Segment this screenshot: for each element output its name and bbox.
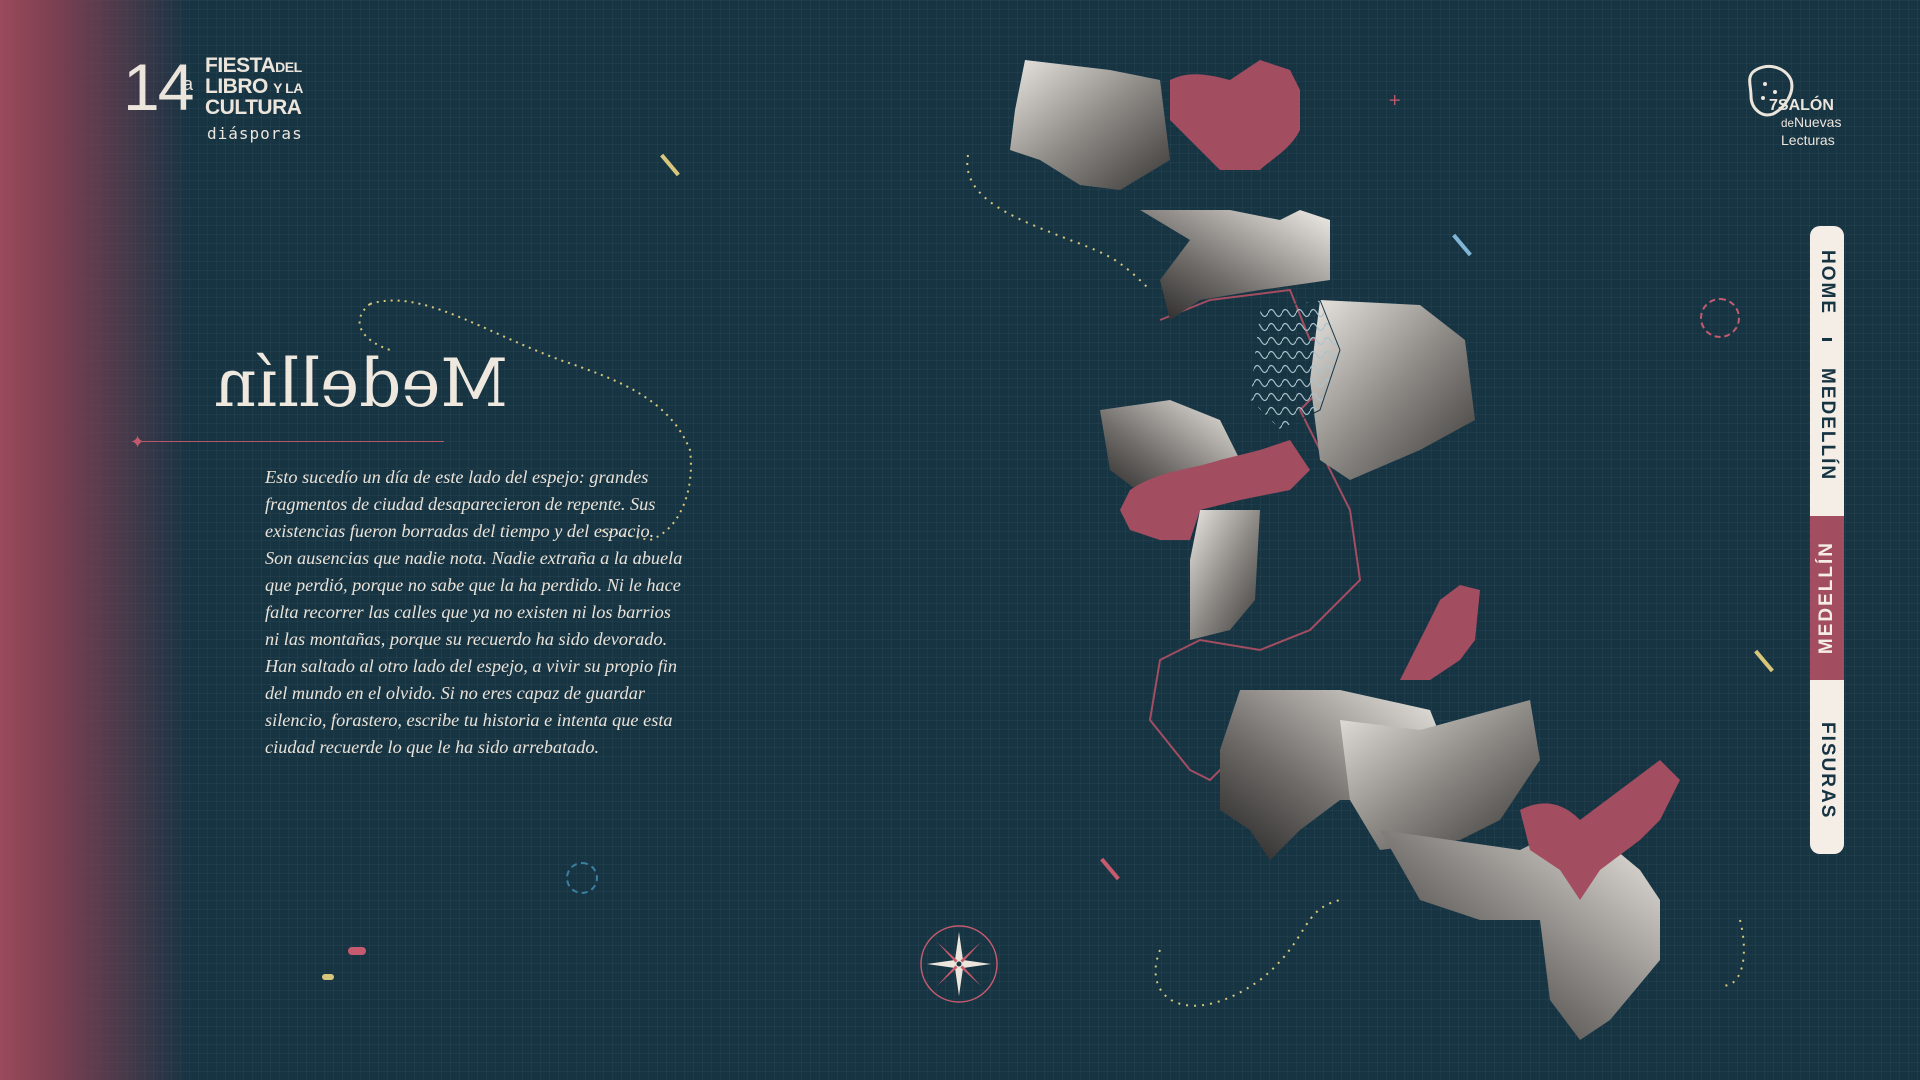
salon-number: 7 — [1769, 97, 1778, 114]
logo-line2-small: Y LA — [273, 80, 303, 96]
photo-fragment-towers — [1190, 510, 1260, 640]
deco-dotted-circle-blue — [566, 862, 598, 894]
nav-label-home: HOME — [1817, 249, 1838, 315]
map-collage — [966, 60, 1745, 1040]
salon-logo[interactable]: 7SALÓN deNuevas Lecturas — [1745, 62, 1845, 152]
logo-ordinal: a — [183, 74, 194, 94]
compass-rose-icon[interactable] — [919, 924, 999, 1004]
logo-wordmark: FIESTADEL LIBRO Y LA CULTURA — [205, 54, 303, 119]
red-fragment-top — [1170, 60, 1300, 170]
logo-line1-small: DEL — [275, 59, 302, 75]
deco-pill-yellow — [322, 974, 334, 980]
salon-line1: SALÓN — [1777, 97, 1834, 114]
nav-item-medellin-mirrored[interactable]: MEDELLÍN — [1810, 516, 1844, 680]
nav-label-medellin: MEDELLÍN — [1817, 368, 1838, 482]
vertical-nav: HOME MEDELLÍN MEDELLÍN FISURAS — [1810, 226, 1844, 854]
logo-line2: LIBRO — [205, 75, 268, 98]
photo-fragment-forest — [1010, 60, 1170, 190]
deco-dotted-circle-red — [1700, 298, 1740, 338]
red-fragment-lower — [1400, 585, 1480, 680]
salon-line3: Lecturas — [1781, 132, 1835, 148]
logo-line3: CULTURA — [205, 96, 302, 119]
photo-fragment-station — [1310, 300, 1475, 480]
left-gradient-band — [0, 0, 190, 1080]
page-title: Medellín — [214, 345, 508, 422]
salon-de: de — [1781, 117, 1794, 130]
title-ornament-icon: ✦ — [130, 432, 146, 453]
nav-item-medellin[interactable]: MEDELLÍN — [1810, 342, 1844, 508]
nav-label-medellin-active: MEDELLÍN — [1816, 541, 1837, 655]
deco-pill-red — [348, 947, 366, 955]
deco-plus-icon: + — [1388, 90, 1402, 109]
salon-line2: Nuevas — [1793, 114, 1842, 130]
logo-line1: FIESTA — [205, 54, 276, 77]
nav-label-fisuras: FISURAS — [1817, 722, 1838, 820]
page-body-text: Esto sucedío un día de este lado del esp… — [265, 467, 683, 757]
logo-subtitle: diásporas — [207, 124, 303, 143]
nav-separator — [1822, 338, 1832, 341]
salon-wordmark: 7SALÓN deNuevas Lecturas — [1769, 97, 1842, 149]
map-dotted-path-bottom — [1154, 899, 1341, 1007]
nav-item-fisuras[interactable]: FISURAS — [1810, 688, 1844, 854]
title-rule — [136, 441, 444, 442]
nav-item-home[interactable]: HOME — [1810, 226, 1844, 338]
logo-number: 14 — [123, 50, 194, 124]
